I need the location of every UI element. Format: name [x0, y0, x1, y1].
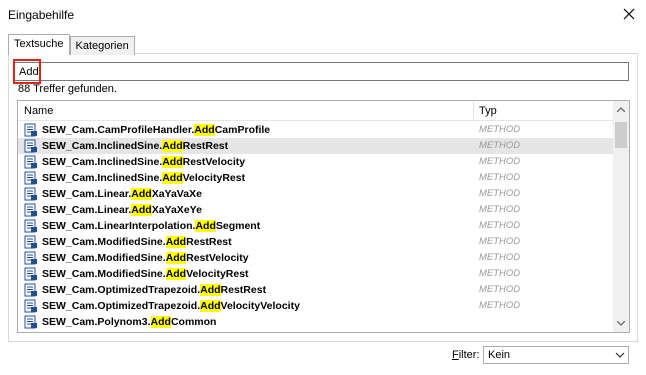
scroll-up-button[interactable]: [613, 101, 629, 118]
window-title: Eingabehilfe: [8, 8, 75, 22]
row-type: METHOD: [479, 124, 521, 135]
row-name: SEW_Cam.ModifiedSine.AddRestVelocity: [42, 252, 249, 264]
method-icon: [24, 155, 37, 169]
row-name: SEW_Cam.InclinedSine.AddRestVelocity: [42, 156, 246, 168]
list-item[interactable]: SEW_Cam.OptimizedTrapezoid.AddVelocityVe…: [18, 298, 614, 314]
match-highlight: Add: [162, 156, 183, 168]
row-name: SEW_Cam.ModifiedSine.AddVelocityRest: [42, 268, 249, 280]
close-icon: [623, 8, 635, 20]
chevron-down-icon: [615, 352, 625, 358]
list-item[interactable]: SEW_Cam.ModifiedSine.AddRestVelocity METH…: [18, 250, 614, 266]
method-icon: [24, 267, 37, 281]
results-list[interactable]: Name Typ SEW_Cam.CamProfileHandler.AddCa…: [17, 100, 630, 333]
list-item[interactable]: SEW_Cam.Polynom3.AddCommon: [18, 314, 614, 330]
row-type: METHOD: [479, 300, 521, 311]
list-item[interactable]: SEW_Cam.ModifiedSine.AddVelocityRest METH…: [18, 266, 614, 282]
row-type: METHOD: [479, 252, 521, 263]
row-name: SEW_Cam.Polynom3.AddCommon: [42, 316, 217, 328]
list-header: Name Typ: [18, 101, 614, 121]
row-name: SEW_Cam.Linear.AddXaYaXeYe: [42, 204, 202, 216]
row-name: SEW_Cam.LinearInterpolation.AddSegment: [42, 220, 261, 232]
title-bar: Eingabehilfe: [0, 0, 646, 30]
chevron-down-icon: [617, 321, 625, 326]
match-highlight: Add: [200, 284, 221, 296]
method-icon: [24, 219, 37, 233]
list-item[interactable]: SEW_Cam.OptimizedTrapezoid.AddRestRest ME…: [18, 282, 614, 298]
filter-value: Kein: [488, 349, 511, 361]
search-input[interactable]: [15, 63, 628, 80]
row-name: SEW_Cam.Linear.AddXaYaVaXe: [42, 188, 202, 200]
match-highlight: Add: [131, 204, 152, 216]
match-highlight: Add: [162, 140, 183, 152]
row-name: SEW_Cam.CamProfileHandler.AddCamProfile: [42, 124, 271, 136]
method-icon: [24, 139, 37, 153]
row-name: SEW_Cam.ModifiedSine.AddRestRest: [42, 236, 232, 248]
close-button[interactable]: [612, 0, 646, 28]
method-icon: [24, 235, 37, 249]
row-type: METHOD: [479, 156, 521, 167]
column-header-name[interactable]: Name: [24, 105, 53, 117]
row-type: METHOD: [479, 284, 521, 295]
vertical-scrollbar[interactable]: [613, 101, 629, 332]
list-item[interactable]: SEW_Cam.InclinedSine.AddVelocityRest METH…: [18, 170, 614, 186]
method-icon: [24, 123, 37, 137]
list-item[interactable]: SEW_Cam.Linear.AddXaYaVaXe METHOD: [18, 186, 614, 202]
row-type: METHOD: [479, 220, 521, 231]
row-type: METHOD: [479, 268, 521, 279]
method-icon: [24, 251, 37, 265]
filter-label: Filter:: [452, 349, 480, 361]
column-divider[interactable]: [473, 101, 474, 121]
row-name: SEW_Cam.OptimizedTrapezoid.AddVelocityVe…: [42, 300, 300, 312]
match-highlight: Add: [195, 220, 216, 232]
method-icon: [24, 171, 37, 185]
method-icon: [24, 203, 37, 217]
match-highlight: Add: [165, 252, 187, 264]
row-name: SEW_Cam.OptimizedTrapezoid.AddRestRest: [42, 284, 267, 296]
method-icon: [24, 187, 37, 201]
row-type: METHOD: [479, 204, 521, 215]
method-icon: [24, 299, 37, 313]
list-rows: SEW_Cam.CamProfileHandler.AddCamProfile M…: [18, 122, 614, 330]
search-field[interactable]: [14, 62, 629, 81]
chevron-up-icon: [617, 107, 625, 112]
scroll-thumb[interactable]: [615, 122, 627, 148]
result-count: 88 Treffer gefunden.: [18, 83, 117, 95]
match-highlight: Add: [150, 316, 171, 328]
tab-strip: Textsuche Kategorien: [8, 34, 135, 55]
column-header-type[interactable]: Typ: [479, 105, 497, 117]
row-type: METHOD: [479, 172, 521, 183]
row-type: METHOD: [479, 188, 521, 199]
tab-textsuche[interactable]: Textsuche: [8, 34, 70, 55]
row-name: SEW_Cam.InclinedSine.AddVelocityRest: [42, 172, 246, 184]
row-type: METHOD: [479, 236, 521, 247]
match-highlight: Add: [200, 300, 221, 312]
list-item[interactable]: SEW_Cam.InclinedSine.AddRestRest METHOD: [18, 138, 614, 154]
match-highlight: Add: [162, 172, 183, 184]
match-highlight: Add: [165, 236, 187, 248]
list-item[interactable]: SEW_Cam.CamProfileHandler.AddCamProfile M…: [18, 122, 614, 138]
list-item[interactable]: SEW_Cam.Linear.AddXaYaXeYe METHOD: [18, 202, 614, 218]
list-item[interactable]: SEW_Cam.LinearInterpolation.AddSegment ME…: [18, 218, 614, 234]
match-highlight: Add: [131, 188, 152, 200]
method-icon: [24, 315, 37, 329]
list-item[interactable]: SEW_Cam.InclinedSine.AddRestVelocity METH…: [18, 154, 614, 170]
row-type: METHOD: [479, 140, 521, 151]
row-name: SEW_Cam.InclinedSine.AddRestRest: [42, 140, 229, 152]
method-icon: [24, 283, 37, 297]
filter-dropdown[interactable]: Kein: [483, 346, 629, 364]
match-highlight: Add: [165, 268, 187, 280]
tab-kategorien[interactable]: Kategorien: [69, 36, 135, 55]
scroll-down-button[interactable]: [613, 315, 629, 332]
list-item[interactable]: SEW_Cam.ModifiedSine.AddRestRest METHOD: [18, 234, 614, 250]
match-highlight: Add: [194, 124, 215, 136]
